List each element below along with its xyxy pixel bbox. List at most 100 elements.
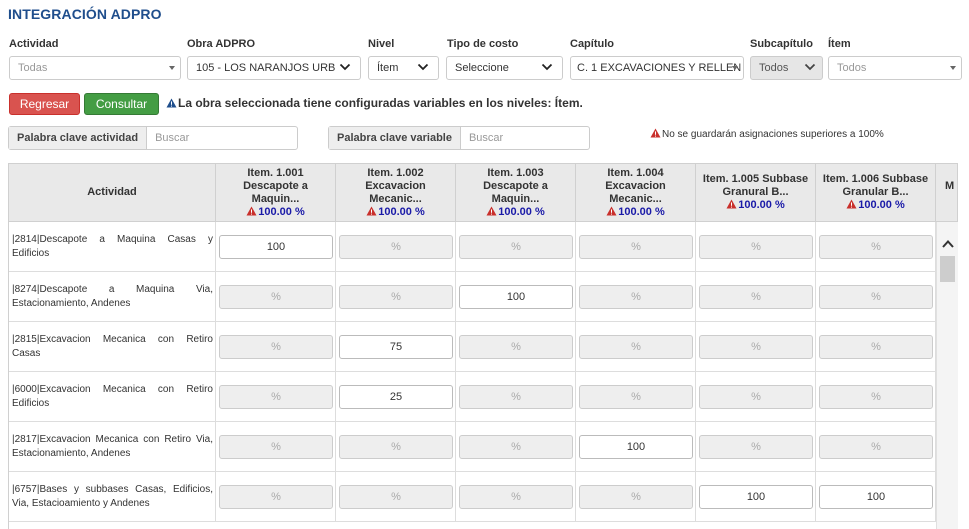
obra-select[interactable]: 105 - LOS NARANJOS URB xyxy=(187,56,361,80)
allocation-cell: % xyxy=(456,372,576,422)
allocation-cell: % xyxy=(576,472,696,522)
dropdown-arrow-icon xyxy=(950,66,956,70)
column-header-text: Mecanic... xyxy=(369,193,422,205)
percent-input[interactable]: 100 xyxy=(459,285,573,309)
column-header-text: Item. 1.002 xyxy=(367,167,424,179)
activity-search-group: Palabra clave actividad xyxy=(8,126,298,150)
allocation-cell: % xyxy=(696,322,816,372)
table-scrollbar[interactable] xyxy=(936,222,958,529)
consultar-button[interactable]: Consultar xyxy=(84,93,159,115)
scrollbar-thumb[interactable] xyxy=(940,256,955,282)
dropdown-arrow-icon xyxy=(732,66,738,70)
percent-input[interactable]: 100 xyxy=(219,235,333,259)
percent-input[interactable]: % xyxy=(459,485,573,509)
item-select[interactable]: Todos xyxy=(828,56,962,80)
percent-input[interactable]: % xyxy=(579,285,693,309)
scroll-up-icon[interactable] xyxy=(941,238,955,250)
allocation-cell: % xyxy=(456,472,576,522)
tipo-costo-select-value: Seleccione xyxy=(455,62,509,74)
item-column-header: Item. 1.004 Excavacion Mecanic... 100.00 % xyxy=(576,164,696,221)
allocation-cell: % xyxy=(216,322,336,372)
percent-input[interactable]: % xyxy=(339,285,453,309)
percent-input[interactable]: 75 xyxy=(339,335,453,359)
allocation-cell: % xyxy=(576,222,696,272)
activity-cell: |2815|Excavacion Mecanica con Retiro Cas… xyxy=(9,322,216,372)
percent-input[interactable]: % xyxy=(339,485,453,509)
percent-input[interactable]: % xyxy=(219,285,333,309)
percent-input[interactable]: % xyxy=(219,335,333,359)
percent-input[interactable]: 100 xyxy=(819,485,933,509)
column-header-text: Excavacion xyxy=(605,180,666,192)
table-row: |2814|Descapote a Maquina Casas y Edific… xyxy=(9,222,936,272)
column-percent-value: 100.00 % xyxy=(258,206,305,218)
regresar-button[interactable]: Regresar xyxy=(9,93,80,115)
actividad-select[interactable]: Todas xyxy=(9,56,181,80)
percent-input[interactable]: % xyxy=(699,285,813,309)
item-column-header: Item. 1.002 Excavacion Mecanic... 100.00 % xyxy=(336,164,456,221)
warning-icon xyxy=(650,128,661,138)
percent-input[interactable]: % xyxy=(339,235,453,259)
chevron-down-icon xyxy=(417,61,429,73)
percent-input[interactable]: 100 xyxy=(579,435,693,459)
column-percent: 100.00 % xyxy=(336,206,455,219)
percent-input[interactable]: % xyxy=(219,485,333,509)
activity-search-input[interactable] xyxy=(147,127,298,149)
variable-search-input[interactable] xyxy=(460,127,611,149)
item-column-header: Item. 1.001 Descapote a Maquin... 100.00 % xyxy=(216,164,336,221)
column-header-text: Excavacion xyxy=(365,180,426,192)
percent-input[interactable]: % xyxy=(339,435,453,459)
percent-input[interactable]: 25 xyxy=(339,385,453,409)
percent-input[interactable]: % xyxy=(699,435,813,459)
dropdown-arrow-icon xyxy=(169,66,175,70)
percent-input[interactable]: % xyxy=(819,335,933,359)
percent-input[interactable]: % xyxy=(459,435,573,459)
activity-search-label: Palabra clave actividad xyxy=(9,127,148,149)
nivel-select-value: Ítem xyxy=(377,62,399,74)
percent-input[interactable]: % xyxy=(699,385,813,409)
allocation-cell: % xyxy=(216,372,336,422)
column-header-text: Descapote a xyxy=(243,180,308,192)
activity-cell: |6757|Bases y subbases Casas, Edificios,… xyxy=(9,472,216,522)
table-row: |8274|Descapote a Maquina Via, Estaciona… xyxy=(9,272,936,322)
percent-input[interactable]: % xyxy=(819,235,933,259)
percent-input[interactable]: % xyxy=(579,385,693,409)
column-percent-value: 100.00 % xyxy=(618,206,665,218)
tipo-costo-select[interactable]: Seleccione xyxy=(446,56,563,80)
column-header-text: Maquin... xyxy=(251,193,300,205)
percent-input[interactable]: % xyxy=(579,335,693,359)
item-select-value: Todos xyxy=(837,62,867,74)
percent-input[interactable]: % xyxy=(219,435,333,459)
percent-input[interactable]: % xyxy=(699,235,813,259)
percent-input[interactable]: % xyxy=(459,335,573,359)
percent-input[interactable]: % xyxy=(219,385,333,409)
table-row: |2817|Excavacion Mecanica con Retiro Via… xyxy=(9,422,936,472)
column-percent-value: 100.00 % xyxy=(738,199,785,211)
limit-warning-text: No se guardarán asignaciones superiores … xyxy=(662,129,884,140)
percent-input[interactable]: % xyxy=(459,235,573,259)
allocation-cell: % xyxy=(576,372,696,422)
nivel-select[interactable]: Ítem xyxy=(368,56,439,80)
percent-input[interactable]: % xyxy=(579,235,693,259)
allocation-cell: % xyxy=(456,222,576,272)
percent-input[interactable]: % xyxy=(459,385,573,409)
allocation-cell: % xyxy=(456,322,576,372)
allocation-cell: % xyxy=(576,322,696,372)
capitulo-select[interactable]: C. 1 EXCAVACIONES Y RELLEN xyxy=(570,56,744,80)
percent-input[interactable]: % xyxy=(579,485,693,509)
allocation-cell: % xyxy=(456,422,576,472)
subcapitulo-select[interactable]: Todos xyxy=(750,56,823,80)
allocation-cell: 100 xyxy=(696,472,816,522)
column-header-text: Maquin... xyxy=(491,193,540,205)
percent-input[interactable]: % xyxy=(819,435,933,459)
table-row: |6000|Excavacion Mecanica con Retiro Edi… xyxy=(9,372,936,422)
actividad-label: Actividad xyxy=(9,38,59,50)
column-percent-value: 100.00 % xyxy=(858,199,905,211)
percent-input[interactable]: % xyxy=(819,385,933,409)
percent-input[interactable]: % xyxy=(819,285,933,309)
percent-input[interactable]: 100 xyxy=(699,485,813,509)
column-percent: 100.00 % xyxy=(576,206,695,219)
percent-input[interactable]: % xyxy=(699,335,813,359)
obra-label: Obra ADPRO xyxy=(187,38,256,50)
allocation-cell: % xyxy=(696,422,816,472)
column-percent: 100.00 % xyxy=(816,199,935,212)
